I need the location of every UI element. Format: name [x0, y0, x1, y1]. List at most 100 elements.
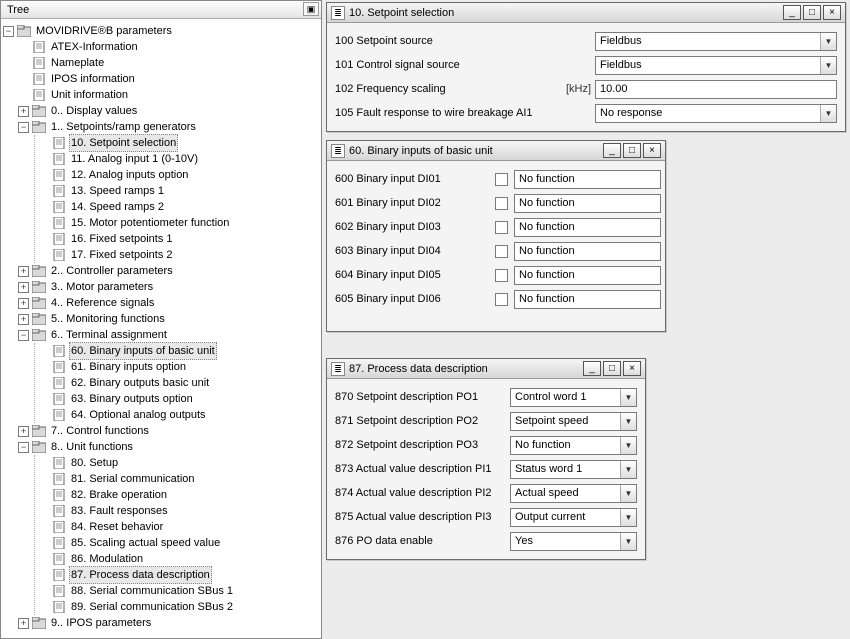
page-icon [52, 585, 66, 597]
tree-item[interactable]: 86. Modulation [69, 551, 145, 567]
twist-expand-icon[interactable]: + [18, 266, 29, 277]
maximize-button[interactable]: □ [623, 143, 641, 158]
minimize-button[interactable]: _ [583, 361, 601, 376]
tree-item[interactable]: 60. Binary inputs of basic unit [69, 342, 217, 360]
param-combo[interactable]: Actual speed▼ [510, 484, 637, 503]
param-combo[interactable]: No function [514, 266, 661, 285]
page-icon [52, 505, 66, 517]
tree-item[interactable]: 83. Fault responses [69, 503, 170, 519]
checkbox[interactable] [495, 269, 508, 282]
twist-collapse-icon[interactable]: − [18, 122, 29, 133]
param-combo[interactable]: Setpoint speed▼ [510, 412, 637, 431]
window-titlebar[interactable]: ≣ 60. Binary inputs of basic unit _ □ × [327, 141, 665, 161]
tree-item[interactable]: 7.. Control functions [49, 423, 151, 439]
tree-item[interactable]: 10. Setpoint selection [69, 134, 178, 152]
tree-item[interactable]: 0.. Display values [49, 103, 139, 119]
twist-collapse-icon[interactable]: − [18, 442, 29, 453]
param-combo[interactable]: No function [514, 218, 661, 237]
param-combo[interactable]: No function [514, 170, 661, 189]
twist-expand-icon[interactable]: + [18, 618, 29, 629]
param-combo[interactable]: Yes▼ [510, 532, 637, 551]
twist-expand-icon[interactable]: + [18, 282, 29, 293]
minimize-button[interactable]: _ [603, 143, 621, 158]
checkbox[interactable] [495, 293, 508, 306]
twist-collapse-icon[interactable]: − [18, 330, 29, 341]
tree-item[interactable]: 3.. Motor parameters [49, 279, 155, 295]
twist-none [38, 346, 49, 357]
tree-root-label[interactable]: MOVIDRIVE®B parameters [34, 23, 174, 39]
tree-item[interactable]: 13. Speed ramps 1 [69, 183, 166, 199]
tree-item[interactable]: 63. Binary outputs option [69, 391, 195, 407]
param-label: 604 Binary input DI05 [335, 269, 495, 281]
twist-none [18, 74, 29, 85]
tree-item[interactable]: 61. Binary inputs option [69, 359, 188, 375]
maximize-button[interactable]: □ [803, 5, 821, 20]
tree-item[interactable]: Nameplate [49, 55, 106, 71]
tree-item[interactable]: 80. Setup [69, 455, 120, 471]
tree-item[interactable]: ATEX-Information [49, 39, 140, 55]
param-combo[interactable]: No function [514, 242, 661, 261]
tree-item[interactable]: 8.. Unit functions [49, 439, 135, 455]
checkbox[interactable] [495, 245, 508, 258]
window-titlebar[interactable]: ≣ 87. Process data description _ □ × [327, 359, 645, 379]
twist-none [38, 474, 49, 485]
tree-item[interactable]: 84. Reset behavior [69, 519, 165, 535]
twist-collapse-icon[interactable]: − [3, 26, 14, 37]
param-combo[interactable]: Fieldbus▼ [595, 32, 837, 51]
param-combo[interactable]: Output current▼ [510, 508, 637, 527]
tree-item[interactable]: 15. Motor potentiometer function [69, 215, 231, 231]
tree-item[interactable]: Unit information [49, 87, 130, 103]
twist-expand-icon[interactable]: + [18, 106, 29, 117]
tree-item[interactable]: 88. Serial communication SBus 1 [69, 583, 235, 599]
checkbox[interactable] [495, 197, 508, 210]
param-combo[interactable]: No function [514, 290, 661, 309]
tree-item[interactable]: 64. Optional analog outputs [69, 407, 208, 423]
checkbox[interactable] [495, 221, 508, 234]
tree-item[interactable]: 82. Brake operation [69, 487, 169, 503]
twist-expand-icon[interactable]: + [18, 298, 29, 309]
param-combo[interactable]: Status word 1▼ [510, 460, 637, 479]
tree-item[interactable]: 6.. Terminal assignment [49, 327, 169, 343]
twist-expand-icon[interactable]: + [18, 426, 29, 437]
tree-item[interactable]: 1.. Setpoints/ramp generators [49, 119, 198, 135]
param-combo[interactable]: Fieldbus▼ [595, 56, 837, 75]
param-label: 100 Setpoint source [335, 35, 565, 47]
param-label: 873 Actual value description PI1 [335, 463, 510, 475]
checkbox[interactable] [495, 173, 508, 186]
tree-item[interactable]: 12. Analog inputs option [69, 167, 190, 183]
tree-item[interactable]: 81. Serial communication [69, 471, 197, 487]
close-button[interactable]: × [643, 143, 661, 158]
maximize-button[interactable]: □ [603, 361, 621, 376]
pin-button[interactable]: ▣ [303, 2, 319, 16]
close-button[interactable]: × [623, 361, 641, 376]
tree-item[interactable]: 14. Speed ramps 2 [69, 199, 166, 215]
tree-item[interactable]: 85. Scaling actual speed value [69, 535, 222, 551]
param-combo[interactable]: Control word 1▼ [510, 388, 637, 407]
tree-item[interactable]: 87. Process data description [69, 566, 212, 584]
window-icon: ≣ [331, 362, 345, 376]
tree-title-text: Tree [7, 4, 29, 16]
tree-item[interactable]: 17. Fixed setpoints 2 [69, 247, 175, 263]
tree-item[interactable]: 2.. Controller parameters [49, 263, 175, 279]
param-combo[interactable]: No response▼ [595, 104, 837, 123]
folder-icon [32, 121, 46, 133]
tree-item[interactable]: IPOS information [49, 71, 137, 87]
minimize-button[interactable]: _ [783, 5, 801, 20]
param-input[interactable]: 10.00 [595, 80, 837, 99]
tree-item[interactable]: 89. Serial communication SBus 2 [69, 599, 235, 615]
window-titlebar[interactable]: ≣ 10. Setpoint selection _ □ × [327, 3, 845, 23]
param-combo[interactable]: No function▼ [510, 436, 637, 455]
tree-item[interactable]: 11. Analog input 1 (0-10V) [69, 151, 200, 167]
twist-expand-icon[interactable]: + [18, 314, 29, 325]
tree-item[interactable]: 16. Fixed setpoints 1 [69, 231, 175, 247]
param-combo[interactable]: No function [514, 194, 661, 213]
tree-item[interactable]: 5.. Monitoring functions [49, 311, 167, 327]
tree-item[interactable]: 4.. Reference signals [49, 295, 156, 311]
window-binary-inputs: ≣ 60. Binary inputs of basic unit _ □ × … [326, 140, 666, 332]
page-icon [32, 57, 46, 69]
tree-item[interactable]: 62. Binary outputs basic unit [69, 375, 211, 391]
tree-body[interactable]: − MOVIDRIVE®B parameters ATEX-Informatio… [1, 19, 321, 638]
close-button[interactable]: × [823, 5, 841, 20]
tree-item[interactable]: 9.. IPOS parameters [49, 615, 153, 631]
chevron-down-icon: ▼ [620, 413, 636, 430]
